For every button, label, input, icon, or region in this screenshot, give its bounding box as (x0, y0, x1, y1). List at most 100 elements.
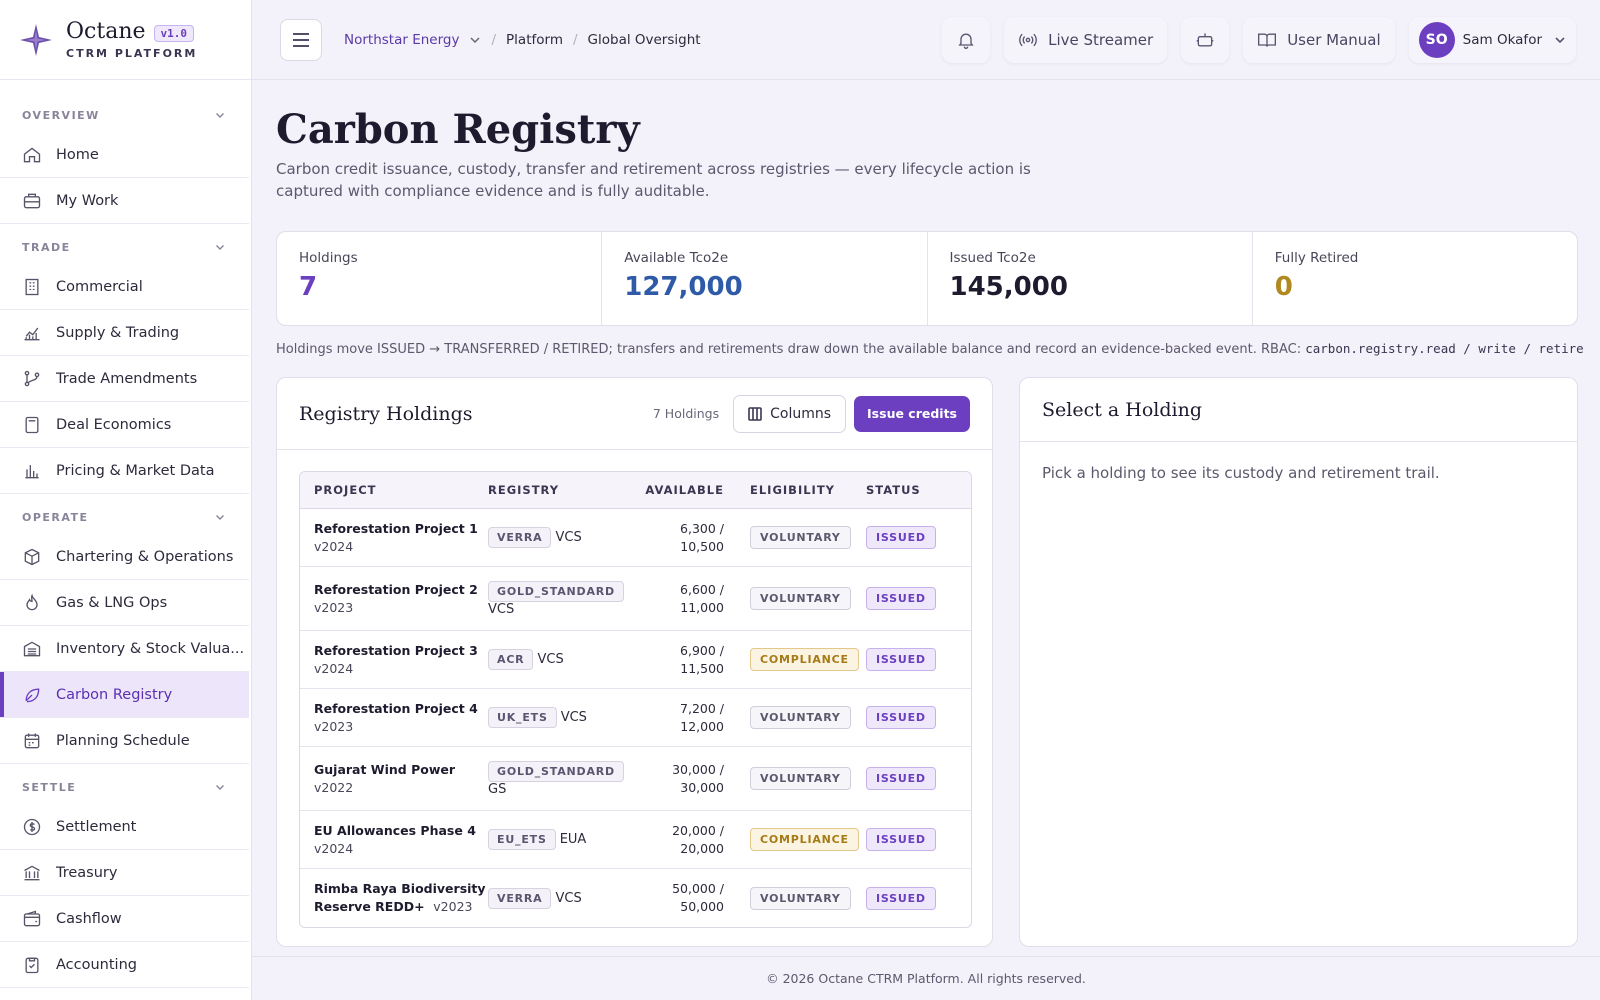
sidebar-item-trade-amendments[interactable]: Trade Amendments (0, 356, 249, 402)
sidebar-section-trade[interactable]: TRADE (0, 230, 251, 264)
sidebar-item-label: Pricing & Market Data (56, 462, 215, 479)
sidebar-item-chartering-operations[interactable]: Chartering & Operations (0, 534, 249, 580)
eligibility-badge: COMPLIANCE (750, 648, 859, 671)
clipboard-icon (25, 957, 39, 973)
column-header-eligibility[interactable]: ELIGIBILITY (740, 483, 866, 497)
breadcrumb-global-oversight: Global Oversight (587, 31, 701, 48)
issue-credits-button[interactable]: Issue credits (854, 395, 970, 432)
table-row[interactable]: Rimba Raya Biodiversity Reserve REDD+ v2… (300, 869, 971, 927)
menu-toggle-button[interactable] (280, 18, 322, 61)
eligibility-cell: VOLUNTARY (740, 706, 866, 729)
hamburger-icon (293, 32, 309, 47)
registry-cell: ACR VCS (488, 649, 630, 670)
panel-title: Registry Holdings (299, 402, 473, 425)
sidebar-item-planning-schedule[interactable]: Planning Schedule (0, 718, 249, 764)
chevron-down-icon (216, 785, 224, 790)
columns-button[interactable]: Columns (733, 394, 847, 433)
eligibility-cell: COMPLIANCE (740, 828, 866, 851)
status-badge: ISSUED (866, 767, 936, 790)
sidebar-item-cashflow[interactable]: Cashflow (0, 896, 249, 942)
sidebar-item-commercial[interactable]: Commercial (0, 264, 249, 310)
sidebar-item-label: Treasury (56, 864, 118, 881)
user-manual-label: User Manual (1287, 30, 1381, 49)
live-streamer-button[interactable]: Live Streamer (1004, 16, 1168, 63)
sidebar-section-label: OVERVIEW (22, 108, 100, 122)
breadcrumb-platform[interactable]: Platform (506, 32, 563, 48)
sidebar-nav: OVERVIEW Home My Work TRADE Commercial Su… (0, 80, 251, 988)
topbar: Northstar Energy / Platform / Global Ove… (252, 0, 1600, 80)
available-cell: 7,200 / 12,000 (630, 700, 740, 736)
user-menu[interactable]: SO Sam Okafor (1408, 16, 1576, 63)
stats-strip: Holdings 7 Available Tco2e 127,000 Issued … (276, 231, 1578, 326)
sidebar-item-treasury[interactable]: Treasury (0, 850, 249, 896)
sidebar-item-supply-trading[interactable]: Supply & Trading (0, 310, 249, 356)
sidebar-item-label: Home (56, 146, 99, 163)
sidebar-item-pricing-market-data[interactable]: Pricing & Market Data (0, 448, 249, 494)
sidebar-section-overview[interactable]: OVERVIEW (0, 98, 251, 132)
leaf-icon (25, 687, 40, 702)
available-value: 6,900 / (680, 642, 724, 658)
calendar-icon (24, 733, 40, 748)
column-header-status[interactable]: STATUS (866, 483, 971, 497)
standard: VCS (488, 601, 515, 617)
column-header-available[interactable]: AVAILABLE (630, 481, 740, 499)
org-switcher[interactable]: Northstar Energy (344, 32, 459, 48)
sidebar-section-settle[interactable]: SETTLE (0, 770, 251, 804)
vintage: v2023 (433, 899, 473, 914)
sidebar-item-label: Gas & LNG Ops (56, 594, 168, 611)
user-manual-button[interactable]: User Manual (1243, 16, 1395, 63)
table-row[interactable]: Gujarat Wind Power v2022 GOLD_STANDARDGS… (300, 747, 971, 811)
table-row[interactable]: Reforestation Project 1 v2024 VERRA VCS 6… (300, 509, 971, 567)
bell-icon (958, 33, 974, 49)
status-badge: ISSUED (866, 886, 936, 910)
available-value: 50,000 / (672, 881, 724, 896)
briefcase-icon (23, 193, 41, 208)
stat-label: Issued Tco2e (949, 250, 1036, 266)
eligibility-badge: VOLUNTARY (750, 706, 851, 729)
chart-line-icon (24, 327, 40, 340)
standard: VCS (537, 652, 564, 667)
notifications-button[interactable] (942, 16, 991, 63)
available-value: 6,300 / (680, 520, 724, 536)
detail-panel-title: Select a Holding (1042, 398, 1202, 421)
sidebar-item-gas-lng-ops[interactable]: Gas & LNG Ops (0, 580, 249, 626)
chevron-down-icon (216, 113, 224, 118)
column-header-project[interactable]: PROJECT (300, 483, 488, 497)
sidebar-item-label: Deal Economics (56, 416, 172, 433)
assistant-button[interactable] (1181, 16, 1230, 63)
sidebar-item-accounting[interactable]: Accounting (0, 942, 249, 988)
table-row[interactable]: Reforestation Project 4 v2023 UK_ETS VCS … (300, 689, 971, 747)
sidebar-item-settlement[interactable]: Settlement (0, 804, 249, 850)
breadcrumb: Northstar Energy / Platform / Global Ove… (344, 32, 701, 48)
sidebar-section-operate[interactable]: OPERATE (0, 500, 251, 534)
available-value: 20,000 / (672, 822, 724, 838)
eligibility-cell: VOLUNTARY (740, 526, 866, 549)
column-header-registry[interactable]: REGISTRY (488, 483, 630, 497)
table-row[interactable]: Reforestation Project 2 v2023 GOLD_STAND… (300, 567, 971, 631)
project-cell: Gujarat Wind Power v2022 (300, 761, 488, 797)
project-cell: Reforestation Project 2 v2023 (300, 581, 488, 617)
project-cell: Reforestation Project 4 v2023 (300, 700, 488, 736)
eligibility-cell: VOLUNTARY (740, 587, 866, 610)
bot-icon (1196, 32, 1214, 46)
table-row[interactable]: EU Allowances Phase 4 v2024 EU_ETS EUA 20… (300, 811, 971, 869)
sidebar-item-inventory-stock-valua[interactable]: Inventory & Stock Valua... (0, 626, 249, 672)
registry-tag: VERRA (488, 887, 552, 909)
available-cell: 20,000 / 20,000 (630, 822, 740, 858)
project-cell: EU Allowances Phase 4 v2024 (300, 822, 488, 858)
available-value: 30,000 / (672, 761, 724, 777)
table-row[interactable]: Reforestation Project 3 v2024 ACR VCS 6,9… (300, 631, 971, 689)
sidebar-item-label: Commercial (56, 278, 143, 295)
chevron-down-icon[interactable] (469, 34, 481, 46)
eligibility-badge: VOLUNTARY (750, 886, 851, 910)
sidebar-section-label: TRADE (22, 240, 71, 254)
sidebar-item-my-work[interactable]: My Work (0, 178, 249, 224)
sidebar-item-carbon-registry[interactable]: Carbon Registry (0, 672, 249, 718)
dollar-icon (23, 818, 41, 835)
sidebar-item-deal-economics[interactable]: Deal Economics (0, 402, 249, 448)
sidebar-item-home[interactable]: Home (0, 132, 249, 178)
brand[interactable]: Octane v1.0 CTRM PLATFORM (0, 0, 251, 80)
standard: GS (488, 781, 507, 797)
user-name: Sam Okafor (1462, 31, 1542, 48)
columns-label: Columns (770, 405, 832, 422)
